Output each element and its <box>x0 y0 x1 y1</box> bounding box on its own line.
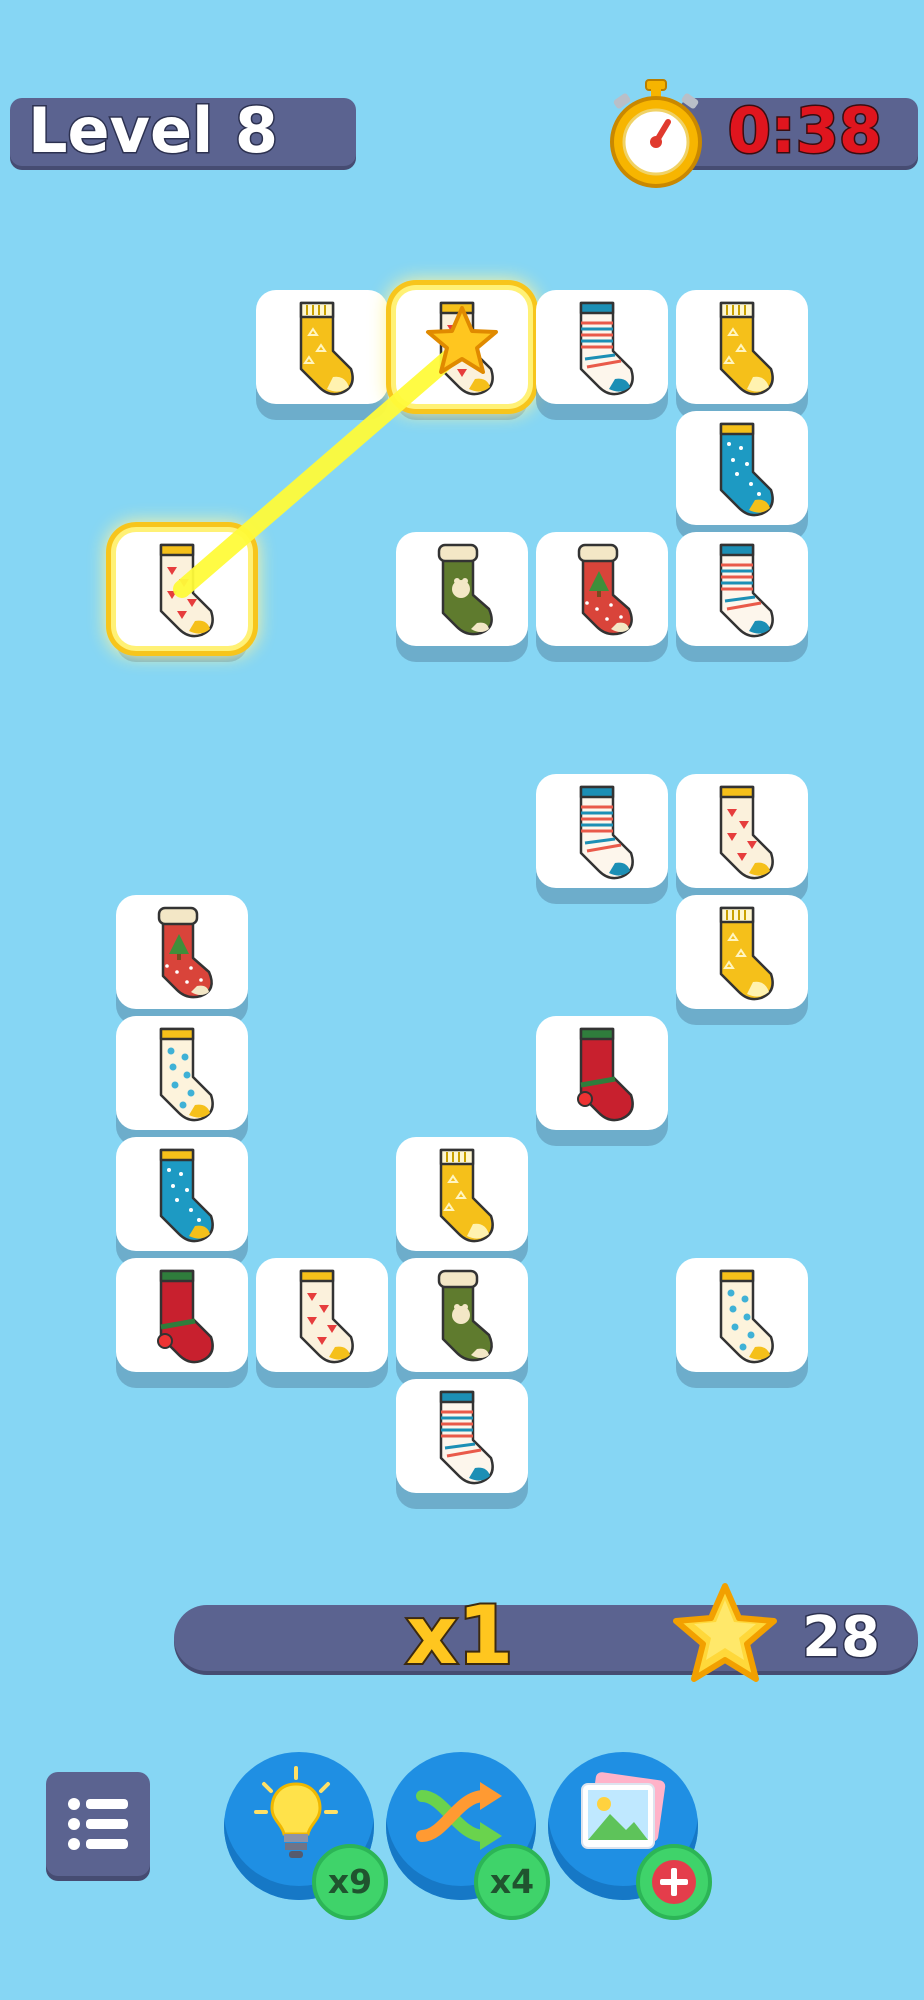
tile-yellow-sock[interactable] <box>676 895 808 1009</box>
tile-striped-sock[interactable] <box>396 1379 528 1493</box>
sock-icon <box>299 301 354 396</box>
sock-icon <box>719 543 774 638</box>
level-label: Level 8 <box>27 94 280 167</box>
sock-icon <box>299 1269 354 1364</box>
star-score: 28 <box>801 1604 882 1672</box>
tile-cream-polka-sock[interactable] <box>676 1258 808 1372</box>
sock-icon <box>579 301 634 396</box>
tile-teal-dotted-sock[interactable] <box>676 411 808 525</box>
tile-yellow-sock[interactable] <box>256 290 388 404</box>
sock-icon <box>579 785 634 880</box>
add-theme-badge[interactable] <box>636 1844 712 1920</box>
tile-watermelon-sock-selected[interactable] <box>116 532 248 646</box>
picture-icon <box>581 1772 666 1849</box>
sock-icon <box>437 1269 493 1362</box>
tile-red-christmas-sock[interactable] <box>116 1258 248 1372</box>
tile-striped-sock[interactable] <box>676 532 808 646</box>
tile-red-christmas-sock[interactable] <box>536 1016 668 1130</box>
tile-green-stocking[interactable] <box>396 532 528 646</box>
level-panel: Level 8 <box>10 94 356 167</box>
plus-icon <box>652 1860 696 1904</box>
tile-striped-sock[interactable] <box>536 774 668 888</box>
hint-count-badge: x9 <box>312 1844 388 1920</box>
tile-red-stocking[interactable] <box>536 532 668 646</box>
sock-icon <box>577 1027 634 1122</box>
sock-icon <box>439 301 494 396</box>
tile-watermelon-sock-selected[interactable] <box>396 290 528 404</box>
star-icon <box>673 1583 777 1682</box>
sock-icon <box>439 1148 494 1243</box>
score-bar: x1 28 <box>174 1589 918 1683</box>
sock-icon <box>157 906 213 999</box>
tile-red-stocking[interactable] <box>116 895 248 1009</box>
sock-icon <box>719 301 774 396</box>
tile-green-stocking[interactable] <box>396 1258 528 1372</box>
sock-icon <box>719 1269 774 1364</box>
sock-icon <box>719 422 774 517</box>
sock-icon <box>157 1269 214 1364</box>
change-theme-button[interactable] <box>548 1752 712 1920</box>
list-menu-icon <box>68 1798 128 1850</box>
tile-watermelon-sock[interactable] <box>676 774 808 888</box>
tile-striped-sock[interactable] <box>536 290 668 404</box>
sock-icon <box>719 906 774 1001</box>
timer-countdown: 0:38 <box>726 94 883 167</box>
tile-yellow-sock[interactable] <box>396 1137 528 1251</box>
lightbulb-icon <box>254 1766 338 1858</box>
sock-icon <box>437 543 493 636</box>
shuffle-button[interactable]: x4 <box>386 1752 550 1920</box>
timer-panel: 0:38 <box>680 94 918 167</box>
combo-multiplier: x1 <box>404 1589 515 1683</box>
sock-icon <box>439 1390 494 1485</box>
sock-icon <box>719 785 774 880</box>
sock-icon <box>159 1027 214 1122</box>
tile-teal-dotted-sock[interactable] <box>116 1137 248 1251</box>
stopwatch-icon <box>610 79 702 188</box>
tile-cream-polka-sock[interactable] <box>116 1016 248 1130</box>
sock-icon <box>577 543 633 636</box>
shuffle-icon <box>416 1782 502 1850</box>
shuffle-count-badge: x4 <box>474 1844 550 1920</box>
sock-icon <box>159 543 214 638</box>
menu-button[interactable] <box>46 1772 150 1876</box>
tile-watermelon-sock[interactable] <box>256 1258 388 1372</box>
hint-button[interactable]: x9 <box>224 1752 388 1920</box>
tile-yellow-sock[interactable] <box>676 290 808 404</box>
sock-icon <box>159 1148 214 1243</box>
